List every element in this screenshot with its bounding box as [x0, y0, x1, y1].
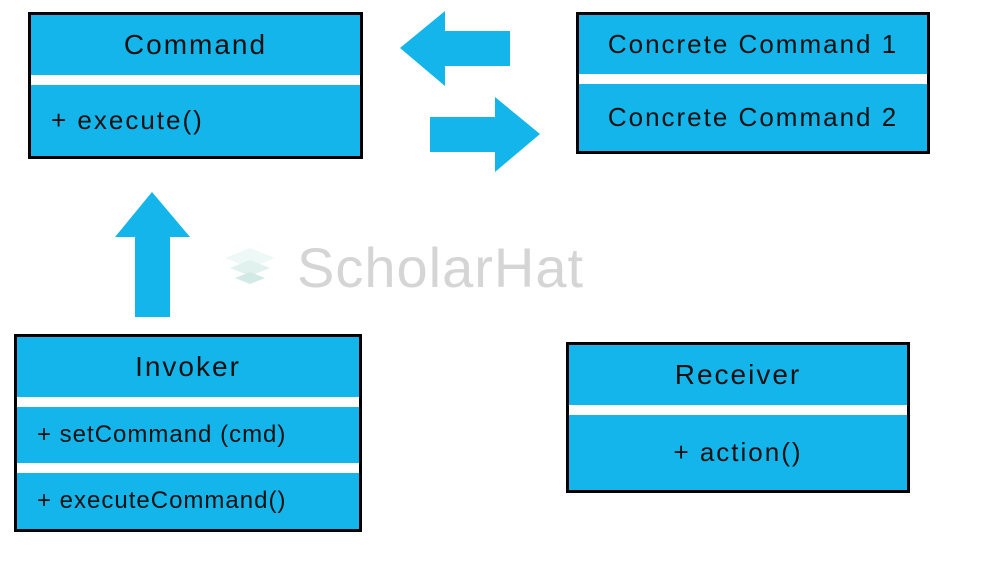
concrete-command-box: Concrete Command 1 Concrete Command 2: [576, 12, 930, 154]
arrow-left-icon: [400, 6, 520, 96]
concrete-command-2: Concrete Command 2: [579, 84, 927, 151]
divider: [569, 405, 907, 415]
watermark: ScholarHat: [215, 235, 584, 300]
divider: [579, 74, 927, 84]
receiver-title: Receiver: [569, 345, 907, 405]
command-method: + execute(): [31, 85, 360, 156]
receiver-method: + action(): [569, 415, 907, 490]
invoker-method-2: + executeCommand(): [17, 473, 359, 529]
arrow-up-icon: [110, 192, 195, 327]
watermark-text: ScholarHat: [297, 235, 584, 300]
command-title: Command: [31, 15, 360, 75]
command-class-box: Command + execute(): [28, 12, 363, 159]
divider: [17, 463, 359, 473]
receiver-class-box: Receiver + action(): [566, 342, 910, 493]
divider: [31, 75, 360, 85]
arrow-right-icon: [420, 92, 540, 182]
divider: [17, 397, 359, 407]
invoker-method-1: + setCommand (cmd): [17, 407, 359, 463]
invoker-title: Invoker: [17, 337, 359, 397]
watermark-logo-icon: [215, 238, 285, 298]
invoker-class-box: Invoker + setCommand (cmd) + executeComm…: [14, 334, 362, 532]
concrete-command-1: Concrete Command 1: [579, 15, 927, 74]
